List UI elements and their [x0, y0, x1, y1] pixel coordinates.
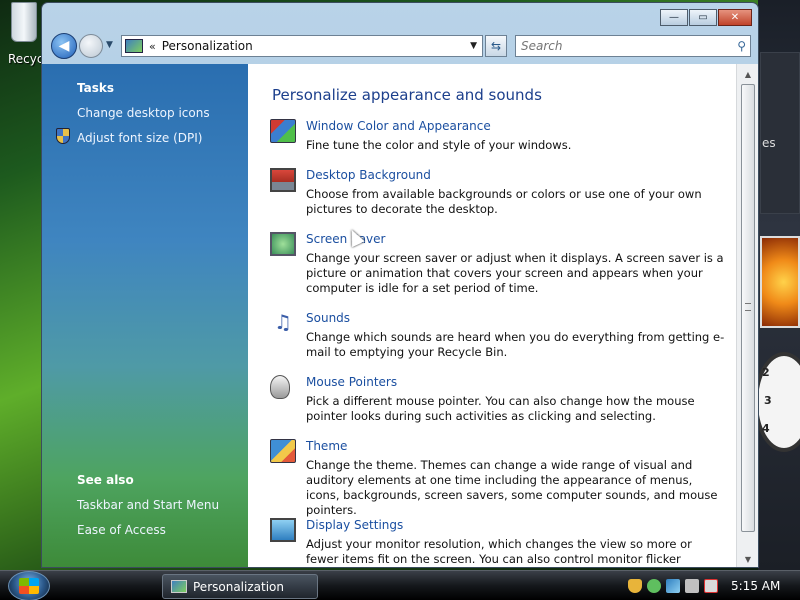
option-description: Adjust your monitor resolution, which ch…	[306, 537, 692, 566]
option-description: Fine tune the color and style of your wi…	[306, 138, 572, 152]
slideshow-gadget[interactable]	[760, 236, 800, 328]
option-title[interactable]: Window Color and Appearance	[306, 119, 491, 133]
screen-saver-icon[interactable]	[270, 232, 296, 256]
window-color-icon[interactable]	[270, 119, 296, 143]
refresh-button[interactable]: ⇆	[485, 35, 507, 57]
taskbar: Personalization 5:15 AM	[0, 570, 800, 600]
content-pane: Personalize appearance and sounds Window…	[248, 64, 736, 567]
scroll-down-icon[interactable]: ▼	[740, 551, 756, 567]
task-pane: Tasks Change desktop icons Adjust font s…	[42, 64, 248, 567]
scroll-thumb[interactable]	[741, 84, 755, 532]
option-title[interactable]: Theme	[306, 439, 347, 453]
taskbar-button-label: Personalization	[193, 579, 284, 594]
uac-shield-icon	[56, 128, 70, 144]
option-description: Change your screen saver or adjust when …	[306, 251, 724, 295]
option-description: Choose from available backgrounds or col…	[306, 187, 702, 216]
display-icon[interactable]	[685, 579, 699, 593]
sounds-icon[interactable]: ♫	[270, 311, 296, 335]
maximize-button[interactable]: ▭	[689, 9, 717, 26]
address-text[interactable]: Personalization	[162, 39, 253, 53]
recycle-bin-graphic	[11, 2, 37, 42]
system-tray: 5:15 AM	[628, 574, 798, 598]
gadget-text: es	[762, 136, 776, 150]
scroll-grip	[745, 303, 751, 311]
back-button[interactable]: ◀	[51, 33, 77, 59]
control-panel-icon	[171, 580, 187, 593]
display-settings-icon[interactable]	[270, 518, 296, 542]
search-box[interactable]: ⚲	[515, 35, 751, 57]
address-chevron[interactable]: «	[149, 40, 156, 53]
task-adjust-font-size[interactable]: Adjust font size (DPI)	[77, 131, 202, 145]
title-buttons: — ▭ ✕	[660, 9, 752, 26]
client-area: Tasks Change desktop icons Adjust font s…	[42, 64, 758, 567]
tasks-heading: Tasks	[77, 81, 115, 95]
see-also-heading: See also	[77, 473, 134, 487]
address-dropdown-icon[interactable]: ▼	[470, 41, 477, 51]
theme-icon[interactable]	[270, 439, 296, 463]
close-button[interactable]: ✕	[718, 9, 752, 26]
recycle-bin-icon[interactable]	[4, 2, 44, 44]
recycle-bin-label: Recyc	[8, 52, 44, 66]
taskbar-personalization-button[interactable]: Personalization	[162, 574, 318, 599]
scroll-up-icon[interactable]: ▲	[740, 66, 756, 82]
clock-num-2: 2	[762, 366, 770, 379]
option-title[interactable]: Mouse Pointers	[306, 375, 397, 389]
windows-logo-icon	[19, 578, 39, 594]
search-icon[interactable]: ⚲	[737, 39, 746, 53]
network-icon[interactable]	[666, 579, 680, 593]
mouse-pointers-icon[interactable]	[270, 375, 290, 399]
security-shield-icon[interactable]	[628, 579, 642, 593]
address-bar[interactable]: « Personalization ▼	[121, 35, 483, 57]
option-title[interactable]: Sounds	[306, 311, 350, 325]
recent-pages-icon[interactable]: ▼	[106, 40, 113, 50]
volume-muted-icon[interactable]	[704, 579, 718, 593]
forward-button[interactable]	[79, 34, 103, 58]
option-description: Change the theme. Themes can change a wi…	[306, 458, 718, 517]
task-change-desktop-icons[interactable]: Change desktop icons	[77, 106, 210, 120]
personalization-window: — ▭ ✕ ◀ ▼ « Personalization ▼ ⇆ ⚲ Tasks …	[41, 2, 759, 568]
vertical-scrollbar[interactable]: ▲ ▼	[736, 64, 758, 567]
navigation-bar: ◀ ▼ « Personalization ▼ ⇆ ⚲	[48, 33, 754, 59]
users-icon[interactable]	[647, 579, 661, 593]
clock-time[interactable]: 5:15 AM	[731, 579, 780, 593]
see-also-ease-of-access[interactable]: Ease of Access	[77, 523, 166, 537]
clock-num-4: 4	[762, 422, 770, 435]
search-input[interactable]	[516, 36, 716, 56]
option-description: Pick a different mouse pointer. You can …	[306, 394, 695, 423]
clock-num-3: 3	[764, 394, 772, 407]
gadget-panel	[760, 52, 800, 214]
page-title: Personalize appearance and sounds	[272, 86, 542, 104]
option-title[interactable]: Display Settings	[306, 518, 403, 532]
desktop-background-icon[interactable]	[270, 168, 296, 192]
option-title[interactable]: Desktop Background	[306, 168, 431, 182]
minimize-button[interactable]: —	[660, 9, 688, 26]
see-also-taskbar[interactable]: Taskbar and Start Menu	[77, 498, 219, 512]
control-panel-icon	[125, 39, 143, 53]
option-description: Change which sounds are heard when you d…	[306, 330, 725, 359]
